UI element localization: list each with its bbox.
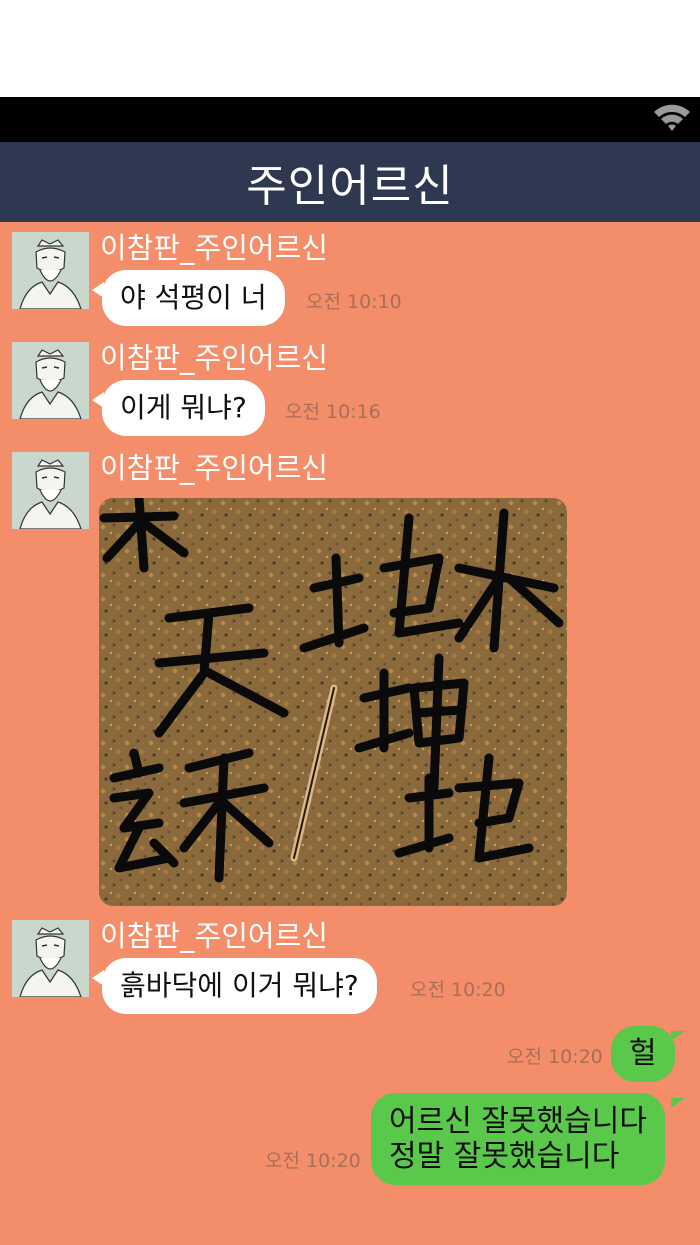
sender-avatar[interactable]	[12, 342, 89, 419]
old-man-avatar-icon	[12, 920, 89, 997]
sender-name: 이참판_주인어르신	[100, 451, 328, 485]
message-text-line: 정말 잘못했습니다	[389, 1139, 620, 1174]
sender-name: 이참판_주인어르신	[100, 341, 328, 375]
sender-avatar[interactable]	[12, 920, 89, 997]
sender-name: 이참판_주인어르신	[100, 231, 328, 265]
old-man-avatar-icon	[12, 232, 89, 309]
message-time: 오전 10:16	[285, 401, 381, 423]
sender-name: 이참판_주인어르신	[100, 919, 328, 953]
status-bar	[0, 97, 700, 142]
bubble-tail	[671, 1031, 685, 1041]
message-time: 오전 10:20	[507, 1046, 603, 1068]
chat-title: 주인어르신	[246, 161, 454, 212]
message-time: 오전 10:20	[410, 979, 506, 1001]
message-time: 오전 10:20	[265, 1150, 361, 1172]
outgoing-message-bubble[interactable]: 어르신 잘못했습니다 정말 잘못했습니다	[371, 1093, 665, 1185]
message-text: 헐	[629, 1035, 657, 1071]
old-man-avatar-icon	[12, 342, 89, 419]
message-text: 흙바닥에 이거 뭐냐?	[120, 968, 359, 1002]
incoming-message-bubble[interactable]: 야 석평이 너	[102, 270, 285, 326]
message-time: 오전 10:10	[306, 291, 402, 313]
incoming-message-bubble[interactable]: 흙바닥에 이거 뭐냐?	[102, 958, 377, 1014]
bubble-tail	[671, 1098, 685, 1108]
sender-avatar[interactable]	[12, 452, 89, 529]
dirt-ground-photo	[99, 498, 567, 906]
message-text: 이게 뭐냐?	[120, 390, 247, 424]
sender-avatar[interactable]	[12, 232, 89, 309]
outgoing-message-bubble[interactable]: 헐	[611, 1026, 675, 1082]
message-text: 야 석평이 너	[120, 280, 267, 314]
incoming-message-bubble[interactable]: 이게 뭐냐?	[102, 380, 265, 436]
message-text-line: 어르신 잘못했습니다	[389, 1103, 647, 1139]
chat-title-bar: 주인어르신	[0, 142, 700, 222]
chat-area[interactable]: 이참판_주인어르신 야 석평이 너 오전 10:10 이참판_주인어르신 이게 …	[0, 222, 700, 1245]
old-man-avatar-icon	[12, 452, 89, 529]
image-message[interactable]	[99, 498, 567, 906]
wifi-icon	[654, 104, 690, 131]
